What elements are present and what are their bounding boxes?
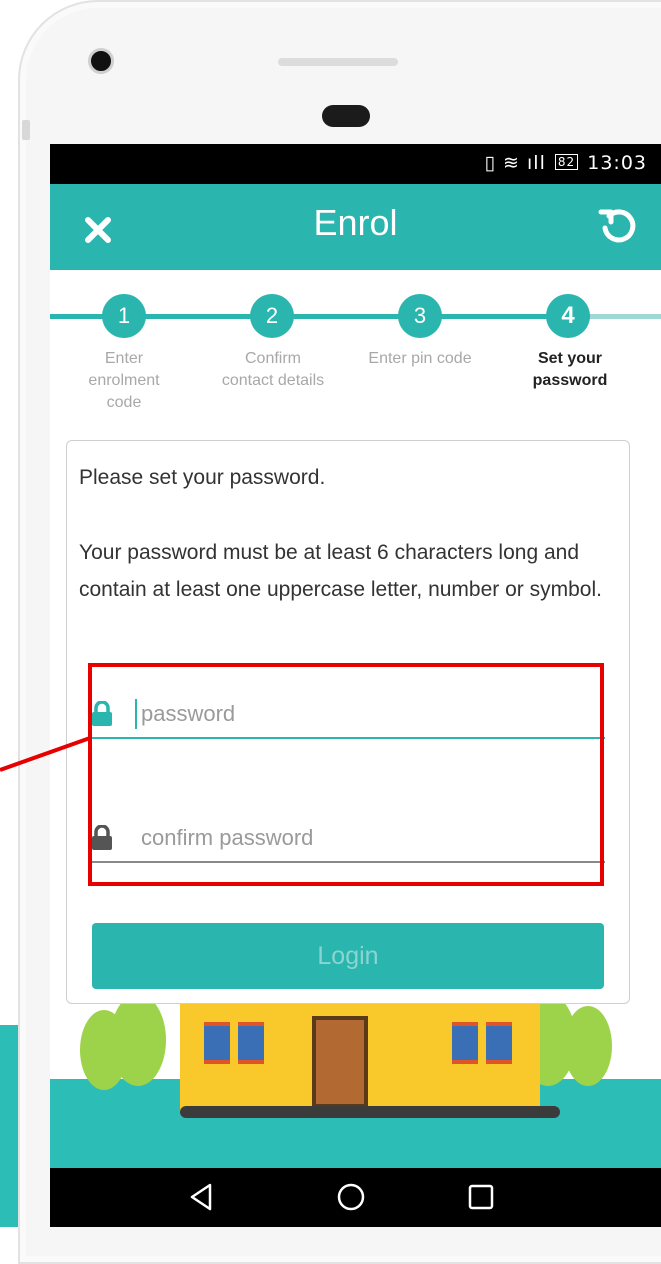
intro-text: Please set your password.: [79, 466, 326, 489]
status-time: 13:03: [587, 152, 647, 174]
home-nav-icon[interactable]: [334, 1180, 368, 1214]
step-4-label: Set your password: [532, 350, 608, 389]
step-3-circle: 3: [398, 294, 442, 338]
app-bar: Enrol: [50, 184, 661, 270]
front-camera: [88, 48, 114, 74]
building-base-illustration: [180, 1106, 560, 1118]
login-button[interactable]: Login: [92, 923, 604, 989]
wifi-icon: ≋: [503, 152, 520, 174]
stepper-line-end: [590, 314, 661, 319]
step-1-label: Enter enrolment code: [88, 350, 160, 411]
step-1-circle: 1: [102, 294, 146, 338]
step-3-label: Enter pin code: [368, 350, 472, 367]
signal-icon: ıll: [527, 152, 546, 174]
tree-illustration: [564, 1006, 612, 1086]
enrolment-stepper: 1 2 3 4 Enter enrolment code Confirm con…: [50, 270, 661, 420]
refresh-icon: [598, 209, 636, 243]
step-4-circle: 4: [546, 294, 590, 338]
battery-icon: 82: [554, 154, 579, 170]
back-nav-icon[interactable]: [184, 1180, 218, 1214]
step-2-label: Confirm contact details: [221, 350, 325, 389]
password-rules-text: Your password must be at least 6 charact…: [79, 541, 602, 601]
step-2-circle: 2: [250, 294, 294, 338]
page-title: Enrol: [313, 202, 398, 243]
refresh-button[interactable]: [597, 204, 641, 248]
building-door-illustration: [312, 1016, 368, 1108]
tree-illustration: [110, 994, 166, 1086]
highlight-box: [88, 663, 604, 886]
vibrate-icon: ▯: [484, 152, 496, 174]
speaker-grille: [278, 58, 398, 66]
earpiece: [322, 105, 370, 127]
recents-nav-icon[interactable]: [464, 1180, 498, 1214]
navigation-bar: [50, 1168, 661, 1227]
phone-side-button: [22, 120, 30, 140]
status-bar: ▯ ≋ ıll 82 13:03: [50, 144, 661, 184]
